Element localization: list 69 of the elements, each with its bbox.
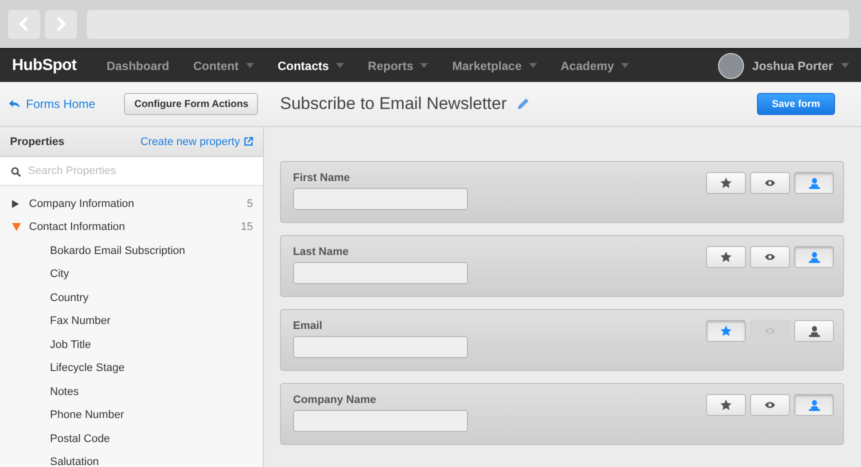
caret-icon [841, 63, 849, 68]
configure-button[interactable]: Configure Form Actions [124, 93, 258, 115]
eye-icon [765, 180, 775, 186]
form-field-card[interactable]: First Name [280, 161, 844, 223]
person-icon [808, 326, 820, 336]
property-item[interactable]: Notes [0, 380, 263, 404]
property-item[interactable]: Fax Number [0, 310, 263, 333]
form-title: Subscribe to Email Newsletter [280, 94, 507, 114]
input-field[interactable] [293, 262, 468, 284]
smart-toggle[interactable] [794, 172, 834, 194]
chevron-right-icon [56, 17, 66, 31]
nav-item[interactable]: Marketplace [452, 58, 537, 72]
form-field-card[interactable]: Last Name [280, 235, 844, 297]
avatar[interactable] [718, 52, 744, 78]
triangle-right-icon [12, 200, 19, 208]
property-item[interactable]: Country [0, 286, 263, 310]
property-item[interactable]: Bokardo Email Subscription [0, 239, 263, 262]
logo[interactable]: HubSpot [12, 56, 77, 74]
chevron-left-icon [19, 17, 29, 31]
input-field[interactable] [293, 410, 468, 432]
search-icon [11, 167, 21, 177]
smart-toggle[interactable] [794, 246, 834, 268]
star-icon [720, 399, 732, 411]
property-group[interactable]: Contact Information 15 [0, 216, 263, 239]
smart-toggle[interactable] [794, 320, 834, 342]
back-arrow-icon [9, 100, 20, 108]
person-icon [808, 400, 820, 410]
input-field[interactable] [293, 336, 468, 358]
form-field-card[interactable]: Email [280, 309, 844, 371]
required-toggle[interactable] [706, 172, 746, 194]
property-item[interactable]: Salutation [0, 450, 263, 467]
search-field[interactable]: Search Properties [0, 157, 263, 186]
user-menu[interactable]: Joshua Porter [752, 58, 849, 72]
person-icon [808, 252, 820, 262]
nav-item[interactable]: Academy [560, 58, 630, 72]
back-link[interactable]: Forms Home [9, 97, 96, 111]
nav-item[interactable]: Contacts [278, 58, 344, 72]
property-item[interactable]: Postal Code [0, 427, 263, 450]
eye-icon [765, 254, 775, 260]
hidden-toggle[interactable] [750, 172, 790, 194]
field-label: First Name [293, 172, 351, 184]
nav-item[interactable]: Dashboard [106, 58, 170, 72]
smart-toggle[interactable] [794, 394, 834, 416]
field-label: Company Name [293, 394, 378, 406]
hidden-toggle[interactable] [750, 394, 790, 416]
star-icon [720, 251, 732, 263]
nav-item[interactable]: Reports [368, 58, 428, 72]
eye-icon [765, 402, 775, 408]
field-label: Email [293, 320, 324, 332]
person-icon [808, 178, 820, 188]
external-link-icon [244, 137, 253, 146]
property-item[interactable]: Lifecycle Stage [0, 356, 263, 380]
property-item[interactable]: City [0, 262, 263, 286]
property-item[interactable]: Job Title [0, 333, 263, 356]
pencil-icon[interactable] [516, 98, 529, 110]
input-field[interactable] [293, 188, 468, 210]
required-toggle[interactable] [706, 394, 746, 416]
panel-title: Properties [10, 136, 64, 148]
star-icon [720, 325, 732, 337]
field-label: Last Name [293, 246, 350, 258]
hidden-toggle[interactable] [750, 246, 790, 268]
nav-item[interactable]: Content [193, 58, 254, 72]
required-toggle[interactable] [706, 246, 746, 268]
triangle-down-icon [12, 223, 21, 232]
form-field-card[interactable]: Company Name [280, 383, 844, 445]
star-icon [720, 177, 732, 189]
required-toggle[interactable] [706, 320, 746, 342]
property-item[interactable]: Phone Number [0, 404, 263, 427]
property-group[interactable]: Company Information 5 [0, 192, 263, 216]
